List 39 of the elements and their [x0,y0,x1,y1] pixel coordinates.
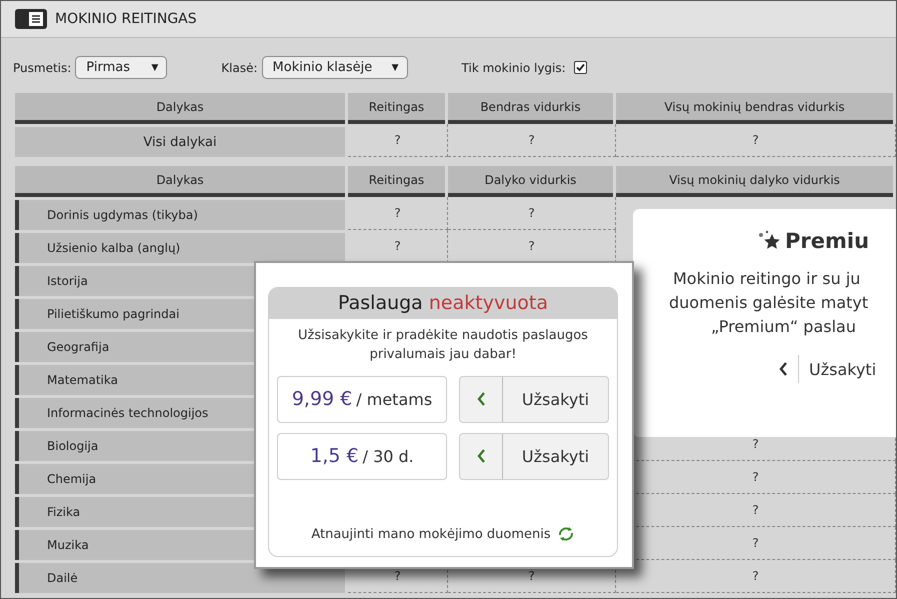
column-header: Dalykas [15,166,345,197]
premium-text: „Premium“ paslau [711,316,857,338]
column-header: Reitingas [348,93,445,124]
checkbox[interactable] [574,61,587,74]
checkbox-label: Tik mokinio lygis: [462,60,566,74]
subject-cell: Dorinis ugdymas (tikyba) [15,200,345,230]
filter-label: Klasė: [221,60,258,74]
order-button[interactable]: Užsakyti [459,432,609,480]
premium-text: Mokinio reitingo ir su ju [673,268,862,290]
column-header: Reitingas [348,166,445,197]
chevron-left-icon [476,392,486,406]
subject-cell: Užsienio kalba (anglų) [15,233,345,263]
chevron-left-icon [476,449,486,464]
column-header: Dalyko vidurkis [448,166,613,197]
table-cell: ? [448,197,616,230]
dropdown[interactable]: Pirmas ▼ [75,56,168,79]
dropdown[interactable]: Mokinio klasėje ▼ [262,56,408,79]
premium-text: duomenis galėsite matyt [669,292,870,314]
price-box: 1,5 € / 30 d. [277,432,447,480]
price-box: 9,99 € / metams [277,376,447,423]
table-cell: ? [448,124,616,157]
filter-label: Pusmetis: [13,60,72,74]
order-button[interactable]: Užsakyti [459,376,609,423]
premium-title: Premiu [785,229,870,253]
column-header: Visų mokinių dalyko vidurkis [616,166,893,197]
column-header: Dalykas [15,93,345,124]
page-title: MOKINIO REITINGAS [55,11,197,27]
popup-title: Paslauga neaktyvuota [269,288,617,319]
table-cell: ? [348,124,448,157]
column-header: Bendras vidurkis [448,93,613,124]
column-header: Visų mokinių bendras vidurkis [616,93,893,124]
table-cell: ? [616,124,896,157]
subject-cell: Dailė [15,563,345,593]
order-button[interactable]: Užsakyti [779,355,876,383]
summary-label: Visi dalykai [15,127,345,157]
document-icon [15,9,47,29]
table-cell: ? [348,197,448,230]
refresh-icon[interactable] [556,526,575,542]
chevron-left-icon [779,362,788,376]
